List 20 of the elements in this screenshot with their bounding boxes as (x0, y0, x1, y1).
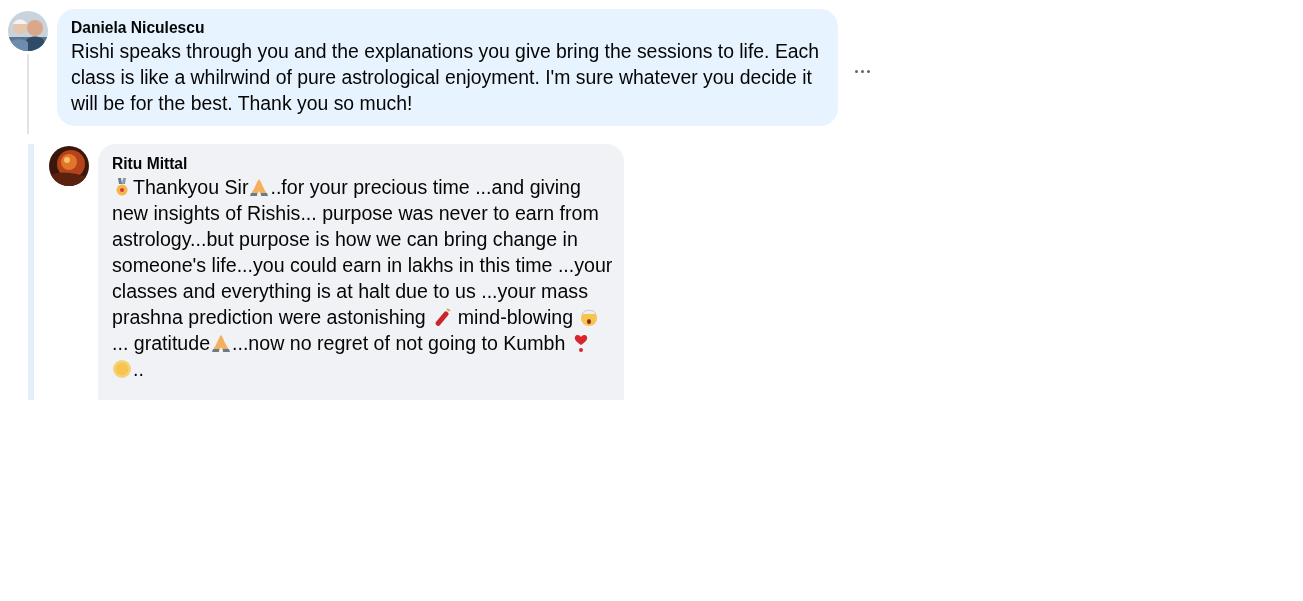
comment-text: ...now no regret of not going to Kumbh (232, 331, 566, 355)
comment-text: will be for the best. Thank you so much! (71, 91, 413, 115)
sun-face-icon (112, 359, 132, 379)
comment-text: classes and everything is at halt due to us ...your mass (112, 279, 588, 303)
comment-text: ... gratitude (112, 331, 211, 355)
comment-text: astrology...but purpose is how we can bring change in (112, 227, 578, 251)
comment-text: prashna prediction were astonishing (112, 305, 426, 329)
comment-text: class is like a whilrwind of pure astrological enjoyment. I'm sure whatever you decide it (71, 65, 812, 89)
praying-hands-icon (211, 333, 232, 353)
comment-text: new insights of Rishis... purpose was never to earn from (112, 201, 599, 225)
comment-text: someone's life...you could earn in lakhs in this time ...your (112, 253, 613, 277)
author-name[interactable]: Ritu Mittal (112, 154, 610, 174)
comment-text: mind-blowing (457, 305, 574, 329)
comment-text: .. (133, 357, 144, 381)
shocked-face-icon (579, 307, 600, 327)
comment-text: Thankyou Sir (133, 175, 249, 199)
comment-text: Rishi speaks through you and the explanations you give bring the sessions to life. Each (71, 39, 820, 63)
praying-hands-icon (249, 177, 270, 197)
author-name[interactable]: Daniela Niculescu (71, 18, 824, 38)
comment-text: ..for your precious time ...and giving (270, 175, 581, 199)
